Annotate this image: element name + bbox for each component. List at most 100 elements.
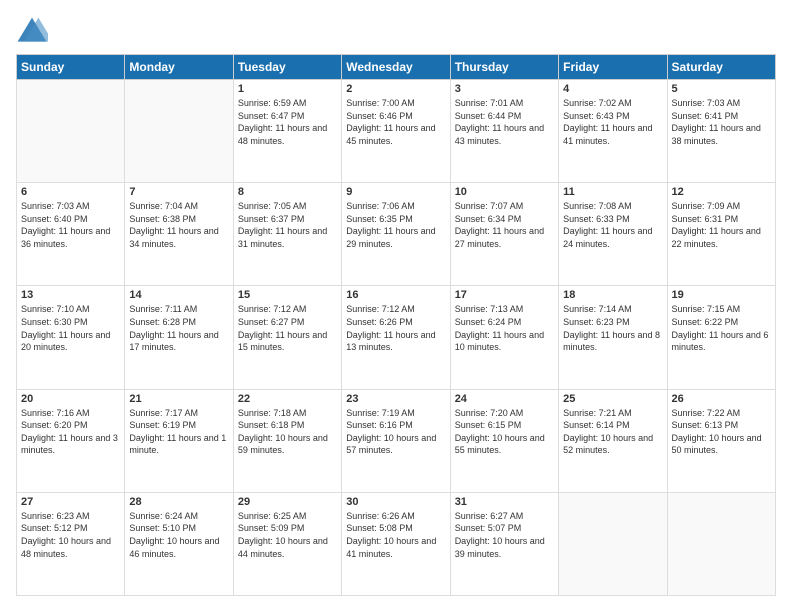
calendar-cell: 26 Sunrise: 7:22 AM Sunset: 6:13 PM Dayli… bbox=[667, 389, 775, 492]
day-number: 22 bbox=[238, 393, 337, 405]
day-number: 23 bbox=[346, 393, 445, 405]
calendar-cell: 7 Sunrise: 7:04 AM Sunset: 6:38 PM Daylig… bbox=[125, 183, 233, 286]
day-info: Sunrise: 7:14 AM Sunset: 6:23 PM Dayligh… bbox=[563, 303, 662, 353]
week-row-1: 6Sunrise: 7:03 AM Sunset: 6:40 PM Daylig… bbox=[17, 183, 776, 286]
calendar-cell: 16Sunrise: 7:12 AM Sunset: 6:26 PM Dayli… bbox=[342, 286, 450, 389]
day-number: 17 bbox=[455, 289, 554, 301]
day-header-thursday: Thursday bbox=[450, 55, 558, 80]
day-info: Sunrise: 7:00 AM Sunset: 6:46 PM Dayligh… bbox=[346, 97, 445, 147]
header bbox=[16, 16, 776, 44]
day-header-wednesday: Wednesday bbox=[342, 55, 450, 80]
day-info: Sunrise: 6:59 AM Sunset: 6:47 PM Dayligh… bbox=[238, 97, 337, 147]
day-info: Sunrise: 6:23 AM Sunset: 5:12 PM Dayligh… bbox=[21, 510, 120, 560]
day-number: 5 bbox=[672, 83, 771, 95]
calendar-cell: 12Sunrise: 7:09 AM Sunset: 6:31 PM Dayli… bbox=[667, 183, 775, 286]
calendar-cell: 14Sunrise: 7:11 AM Sunset: 6:28 PM Dayli… bbox=[125, 286, 233, 389]
day-info: Sunrise: 7:05 AM Sunset: 6:37 PM Dayligh… bbox=[238, 200, 337, 250]
day-info: Sunrise: 7:13 AM Sunset: 6:24 PM Dayligh… bbox=[455, 303, 554, 353]
day-number: 18 bbox=[563, 289, 662, 301]
calendar-cell: 15Sunrise: 7:12 AM Sunset: 6:27 PM Dayli… bbox=[233, 286, 341, 389]
day-header-sunday: Sunday bbox=[17, 55, 125, 80]
day-number: 25 bbox=[563, 393, 662, 405]
calendar-cell: 22 Sunrise: 7:18 AM Sunset: 6:18 PM Dayli… bbox=[233, 389, 341, 492]
calendar-cell: 5 Sunrise: 7:03 AM Sunset: 6:41 PM Daylig… bbox=[667, 80, 775, 183]
calendar-cell: 31 Sunrise: 6:27 AM Sunset: 5:07 PM Dayli… bbox=[450, 492, 558, 595]
day-info: Sunrise: 6:27 AM Sunset: 5:07 PM Dayligh… bbox=[455, 510, 554, 560]
calendar-cell: 28 Sunrise: 6:24 AM Sunset: 5:10 PM Dayli… bbox=[125, 492, 233, 595]
calendar-cell: 13Sunrise: 7:10 AM Sunset: 6:30 PM Dayli… bbox=[17, 286, 125, 389]
day-number: 3 bbox=[455, 83, 554, 95]
day-number: 28 bbox=[129, 496, 228, 508]
day-number: 20 bbox=[21, 393, 120, 405]
calendar-cell: 17 Sunrise: 7:13 AM Sunset: 6:24 PM Dayli… bbox=[450, 286, 558, 389]
day-info: Sunrise: 7:20 AM Sunset: 6:15 PM Dayligh… bbox=[455, 407, 554, 457]
calendar-cell: 10 Sunrise: 7:07 AM Sunset: 6:34 PM Dayli… bbox=[450, 183, 558, 286]
calendar-cell: 9 Sunrise: 7:06 AM Sunset: 6:35 PM Daylig… bbox=[342, 183, 450, 286]
calendar-cell: 3 Sunrise: 7:01 AM Sunset: 6:44 PM Daylig… bbox=[450, 80, 558, 183]
day-info: Sunrise: 7:22 AM Sunset: 6:13 PM Dayligh… bbox=[672, 407, 771, 457]
calendar-cell: 8 Sunrise: 7:05 AM Sunset: 6:37 PM Daylig… bbox=[233, 183, 341, 286]
day-header-friday: Friday bbox=[559, 55, 667, 80]
day-number: 31 bbox=[455, 496, 554, 508]
day-number: 8 bbox=[238, 186, 337, 198]
logo-icon bbox=[16, 16, 48, 44]
day-info: Sunrise: 7:02 AM Sunset: 6:43 PM Dayligh… bbox=[563, 97, 662, 147]
header-row: SundayMondayTuesdayWednesdayThursdayFrid… bbox=[17, 55, 776, 80]
week-row-3: 20Sunrise: 7:16 AM Sunset: 6:20 PM Dayli… bbox=[17, 389, 776, 492]
day-info: Sunrise: 7:01 AM Sunset: 6:44 PM Dayligh… bbox=[455, 97, 554, 147]
day-number: 15 bbox=[238, 289, 337, 301]
day-info: Sunrise: 7:18 AM Sunset: 6:18 PM Dayligh… bbox=[238, 407, 337, 457]
day-number: 2 bbox=[346, 83, 445, 95]
calendar-cell: 6Sunrise: 7:03 AM Sunset: 6:40 PM Daylig… bbox=[17, 183, 125, 286]
calendar-cell: 29 Sunrise: 6:25 AM Sunset: 5:09 PM Dayli… bbox=[233, 492, 341, 595]
calendar-cell: 25 Sunrise: 7:21 AM Sunset: 6:14 PM Dayli… bbox=[559, 389, 667, 492]
day-number: 30 bbox=[346, 496, 445, 508]
calendar-cell: 11 Sunrise: 7:08 AM Sunset: 6:33 PM Dayli… bbox=[559, 183, 667, 286]
day-header-tuesday: Tuesday bbox=[233, 55, 341, 80]
day-info: Sunrise: 7:07 AM Sunset: 6:34 PM Dayligh… bbox=[455, 200, 554, 250]
calendar-cell bbox=[125, 80, 233, 183]
calendar-cell: 20Sunrise: 7:16 AM Sunset: 6:20 PM Dayli… bbox=[17, 389, 125, 492]
calendar-cell: 18 Sunrise: 7:14 AM Sunset: 6:23 PM Dayli… bbox=[559, 286, 667, 389]
calendar-cell: 24 Sunrise: 7:20 AM Sunset: 6:15 PM Dayli… bbox=[450, 389, 558, 492]
week-row-2: 13Sunrise: 7:10 AM Sunset: 6:30 PM Dayli… bbox=[17, 286, 776, 389]
day-info: Sunrise: 7:11 AM Sunset: 6:28 PM Dayligh… bbox=[129, 303, 228, 353]
day-number: 10 bbox=[455, 186, 554, 198]
day-number: 24 bbox=[455, 393, 554, 405]
day-info: Sunrise: 7:03 AM Sunset: 6:41 PM Dayligh… bbox=[672, 97, 771, 147]
day-number: 4 bbox=[563, 83, 662, 95]
calendar-cell: 4 Sunrise: 7:02 AM Sunset: 6:43 PM Daylig… bbox=[559, 80, 667, 183]
calendar-cell bbox=[17, 80, 125, 183]
day-info: Sunrise: 7:08 AM Sunset: 6:33 PM Dayligh… bbox=[563, 200, 662, 250]
day-info: Sunrise: 6:25 AM Sunset: 5:09 PM Dayligh… bbox=[238, 510, 337, 560]
day-info: Sunrise: 6:26 AM Sunset: 5:08 PM Dayligh… bbox=[346, 510, 445, 560]
day-info: Sunrise: 7:21 AM Sunset: 6:14 PM Dayligh… bbox=[563, 407, 662, 457]
day-info: Sunrise: 6:24 AM Sunset: 5:10 PM Dayligh… bbox=[129, 510, 228, 560]
day-number: 6 bbox=[21, 186, 120, 198]
day-number: 11 bbox=[563, 186, 662, 198]
day-info: Sunrise: 7:10 AM Sunset: 6:30 PM Dayligh… bbox=[21, 303, 120, 353]
day-header-saturday: Saturday bbox=[667, 55, 775, 80]
calendar-cell: 2 Sunrise: 7:00 AM Sunset: 6:46 PM Daylig… bbox=[342, 80, 450, 183]
day-info: Sunrise: 7:15 AM Sunset: 6:22 PM Dayligh… bbox=[672, 303, 771, 353]
day-info: Sunrise: 7:17 AM Sunset: 6:19 PM Dayligh… bbox=[129, 407, 228, 457]
day-number: 29 bbox=[238, 496, 337, 508]
calendar-cell: 21 Sunrise: 7:17 AM Sunset: 6:19 PM Dayli… bbox=[125, 389, 233, 492]
page: SundayMondayTuesdayWednesdayThursdayFrid… bbox=[0, 0, 792, 612]
day-info: Sunrise: 7:06 AM Sunset: 6:35 PM Dayligh… bbox=[346, 200, 445, 250]
week-row-4: 27Sunrise: 6:23 AM Sunset: 5:12 PM Dayli… bbox=[17, 492, 776, 595]
day-number: 1 bbox=[238, 83, 337, 95]
calendar-table: SundayMondayTuesdayWednesdayThursdayFrid… bbox=[16, 54, 776, 596]
day-info: Sunrise: 7:04 AM Sunset: 6:38 PM Dayligh… bbox=[129, 200, 228, 250]
day-number: 9 bbox=[346, 186, 445, 198]
day-header-monday: Monday bbox=[125, 55, 233, 80]
calendar-cell bbox=[667, 492, 775, 595]
day-number: 19 bbox=[672, 289, 771, 301]
day-number: 7 bbox=[129, 186, 228, 198]
day-info: Sunrise: 7:09 AM Sunset: 6:31 PM Dayligh… bbox=[672, 200, 771, 250]
day-number: 21 bbox=[129, 393, 228, 405]
calendar-cell: 27Sunrise: 6:23 AM Sunset: 5:12 PM Dayli… bbox=[17, 492, 125, 595]
week-row-0: 1 Sunrise: 6:59 AM Sunset: 6:47 PM Daylig… bbox=[17, 80, 776, 183]
day-info: Sunrise: 7:12 AM Sunset: 6:26 PM Dayligh… bbox=[346, 303, 445, 353]
day-number: 26 bbox=[672, 393, 771, 405]
